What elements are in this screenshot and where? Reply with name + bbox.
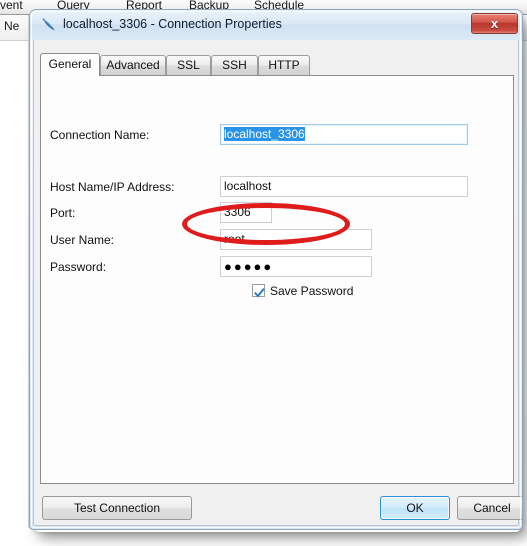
cancel-button[interactable]: Cancel: [457, 496, 522, 520]
user-name-label: User Name:: [50, 233, 115, 247]
connection-name-label: Connection Name:: [50, 128, 150, 142]
user-name-input[interactable]: root: [220, 229, 372, 250]
tab-http[interactable]: HTTP: [258, 55, 310, 75]
connection-properties-dialog: localhost_3306 - Connection Properties x…: [29, 9, 523, 530]
tab-ssl[interactable]: SSL: [166, 55, 211, 75]
port-value: 3306: [224, 205, 251, 219]
password-input[interactable]: ●●●●●: [220, 256, 372, 277]
save-password-checkbox[interactable]: [252, 284, 265, 298]
tab-ssh[interactable]: SSH: [211, 55, 258, 75]
host-name-label: Host Name/IP Address:: [50, 180, 175, 194]
password-value: ●●●●●: [224, 259, 274, 274]
host-name-input[interactable]: localhost: [220, 176, 468, 197]
user-name-value: root: [224, 232, 245, 246]
dialog-title-bar[interactable]: localhost_3306 - Connection Properties x: [30, 10, 522, 40]
tab-advanced[interactable]: Advanced: [100, 55, 166, 75]
save-password-label: Save Password: [270, 284, 354, 298]
test-connection-button[interactable]: Test Connection: [42, 496, 192, 520]
host-name-value: localhost: [224, 179, 272, 193]
close-icon[interactable]: x: [471, 13, 518, 34]
menu-item-event[interactable]: vent: [0, 0, 23, 13]
ok-button[interactable]: OK: [380, 496, 450, 520]
close-button-label: x: [490, 16, 499, 31]
dolphin-icon: [41, 17, 57, 33]
connection-name-value: localhost_3306: [224, 127, 305, 141]
connection-name-input[interactable]: localhost_3306: [220, 124, 468, 145]
tab-page-general: Connection Name: localhost_3306 Host Nam…: [40, 75, 514, 484]
dialog-client-area: General Advanced SSL SSH HTTP Connection…: [33, 40, 522, 526]
checkmark-icon: [254, 286, 265, 304]
port-label: Port:: [50, 206, 76, 220]
dialog-title: localhost_3306 - Connection Properties: [63, 17, 282, 31]
tab-general[interactable]: General: [40, 53, 100, 76]
password-label: Password:: [50, 260, 107, 274]
tab-strip: General Advanced SSL SSH HTTP: [40, 53, 514, 76]
toolbar-new-button[interactable]: Ne: [4, 19, 19, 33]
port-input[interactable]: 3306: [220, 202, 272, 223]
screenshot-root: vent Query Report Backup Schedule Ne loc…: [0, 0, 527, 546]
